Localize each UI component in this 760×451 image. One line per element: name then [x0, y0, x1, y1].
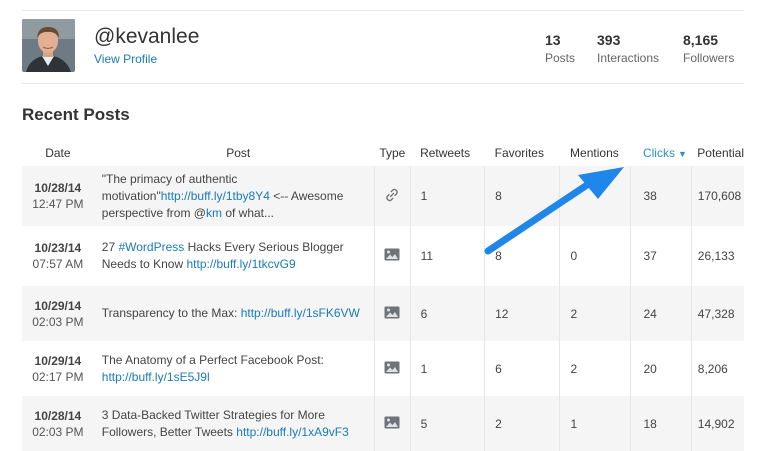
- post-type-cell: [374, 286, 411, 341]
- potential-cell: 8,206: [690, 341, 744, 396]
- favorites-cell: 12: [484, 286, 560, 341]
- clicks-cell: 18: [630, 396, 692, 451]
- post-type-cell: [374, 166, 411, 226]
- col-header-date[interactable]: Date: [22, 140, 94, 166]
- clicks-cell: 37: [630, 226, 692, 286]
- profile-divider: [22, 83, 744, 84]
- clicks-cell: 20: [630, 341, 692, 396]
- potential-cell: 14,902: [690, 396, 744, 451]
- stat-posts-label: Posts: [545, 51, 576, 65]
- top-divider: [22, 10, 744, 11]
- recent-posts-table: Date Post Type Retweets Favorites Mentio…: [22, 140, 744, 451]
- post-link[interactable]: #WordPress: [118, 240, 184, 254]
- favorites-cell: 8: [484, 226, 560, 286]
- table-header-row: Date Post Type Retweets Favorites Mentio…: [22, 140, 744, 166]
- image-icon: [384, 416, 400, 432]
- post-link[interactable]: km: [206, 206, 222, 220]
- post-time: 12:47 PM: [32, 197, 84, 211]
- image-icon: [384, 248, 400, 264]
- col-header-clicks[interactable]: Clicks ▼: [631, 140, 691, 166]
- avatar[interactable]: [22, 19, 75, 72]
- post-time: 02:03 PM: [32, 424, 84, 439]
- image-icon: [384, 361, 400, 377]
- table-row[interactable]: 10/28/14 02:03 PM 3 Data-Backed Twitter St…: [22, 396, 744, 451]
- col-header-potential[interactable]: Potential: [691, 140, 744, 166]
- table-row[interactable]: 10/29/14 02:17 PM The Anatomy of a Perfect…: [22, 341, 744, 396]
- potential-cell: 170,608: [690, 166, 744, 226]
- sort-desc-icon: ▼: [677, 149, 687, 159]
- favorites-cell: 8: [484, 166, 560, 226]
- post-date: 10/29/14: [34, 353, 82, 368]
- post-text: of what...: [221, 205, 275, 220]
- post-date-cell: 10/23/14 07:57 AM: [22, 226, 94, 286]
- post-date: 10/28/14: [34, 408, 82, 423]
- retweets-cell: 11: [409, 226, 485, 286]
- post-link[interactable]: http://buff.ly/1sFK6VW: [241, 306, 360, 320]
- profile-header: @kevanlee View Profile 13 Posts 393 Inte…: [22, 19, 744, 74]
- mentions-cell: 2: [558, 286, 631, 341]
- profile-handle: @kevanlee: [94, 25, 200, 48]
- post-text-cell: 27 #WordPress Hacks Every Serious Blogge…: [93, 226, 375, 286]
- post-date-cell: 10/28/14 12:47 PM: [22, 166, 94, 226]
- mentions-cell: 1: [558, 396, 631, 451]
- col-header-mentions[interactable]: Mentions: [559, 140, 631, 166]
- post-time: 02:17 PM: [32, 369, 84, 384]
- table-row[interactable]: 10/29/14 02:03 PM Transparency to the Max:…: [22, 286, 744, 341]
- post-date: 10/28/14: [34, 181, 82, 195]
- favorites-cell: 2: [484, 396, 560, 451]
- potential-cell: 26,133: [690, 226, 744, 286]
- post-link[interactable]: http://buff.ly/1tby8Y4: [161, 189, 270, 203]
- post-text: 27: [101, 240, 119, 254]
- favorites-cell: 6: [484, 341, 560, 396]
- post-date: 10/29/14: [34, 298, 82, 313]
- image-icon: [384, 306, 400, 322]
- stat-posts: 13 Posts: [545, 32, 575, 65]
- post-link[interactable]: http://buff.ly/1xA9vF3: [236, 425, 349, 439]
- clicks-cell: 38: [630, 166, 692, 226]
- retweets-cell: 1: [409, 166, 485, 226]
- link-icon: [384, 187, 400, 206]
- clicks-cell: 24: [630, 286, 692, 341]
- post-date: 10/23/14: [34, 241, 82, 255]
- mentions-cell: [558, 166, 631, 226]
- col-header-retweets[interactable]: Retweets: [410, 140, 485, 166]
- post-text-cell: Transparency to the Max: http://buff.ly/…: [93, 286, 375, 341]
- post-date-cell: 10/28/14 02:03 PM: [22, 396, 94, 451]
- col-header-type[interactable]: Type: [375, 140, 410, 166]
- post-text: Transparency to the Max:: [101, 306, 241, 320]
- stat-interactions-value: 393: [597, 32, 621, 48]
- post-date-cell: 10/29/14 02:17 PM: [22, 341, 94, 396]
- col-header-favorites[interactable]: Favorites: [485, 140, 559, 166]
- stat-interactions: 393 Interactions: [597, 32, 659, 65]
- post-type-cell: [374, 226, 411, 286]
- stat-posts-value: 13: [545, 32, 561, 48]
- stat-followers-label: Followers: [683, 51, 735, 65]
- table-row[interactable]: 10/23/14 07:57 AM 27 #WordPress Hacks Ever…: [22, 226, 744, 286]
- post-time: 02:03 PM: [32, 314, 84, 329]
- post-text-cell: 3 Data-Backed Twitter Strategies for Mor…: [93, 396, 375, 451]
- view-profile-link[interactable]: View Profile: [94, 52, 157, 66]
- post-type-cell: [374, 396, 411, 451]
- stat-followers: 8,165 Followers: [683, 32, 734, 65]
- retweets-cell: 6: [409, 286, 485, 341]
- post-link[interactable]: http://buff.ly/1tkcvG9: [186, 257, 295, 271]
- post-text: The Anatomy of a Perfect Facebook Post:: [101, 352, 324, 367]
- mentions-cell: 2: [558, 341, 631, 396]
- post-text-cell: The Anatomy of a Perfect Facebook Post: …: [93, 341, 375, 396]
- post-type-cell: [374, 341, 411, 396]
- stat-followers-value: 8,165: [683, 32, 719, 48]
- retweets-cell: 5: [409, 396, 485, 451]
- mentions-cell: 0: [558, 226, 631, 286]
- post-time: 07:57 AM: [32, 257, 84, 271]
- potential-cell: 47,328: [690, 286, 744, 341]
- post-link[interactable]: http://buff.ly/1sE5J9l: [102, 370, 210, 384]
- table-row[interactable]: 10/28/14 12:47 PM "The primacy of authenti…: [22, 166, 744, 226]
- col-header-post[interactable]: Post: [94, 140, 375, 166]
- section-title: Recent Posts: [22, 105, 130, 124]
- post-text-cell: "The primacy of authentic motivation"htt…: [93, 166, 375, 226]
- post-date-cell: 10/29/14 02:03 PM: [22, 286, 94, 341]
- retweets-cell: 1: [409, 341, 485, 396]
- stat-interactions-label: Interactions: [597, 51, 660, 65]
- clicks-header-label: Clicks: [642, 146, 675, 160]
